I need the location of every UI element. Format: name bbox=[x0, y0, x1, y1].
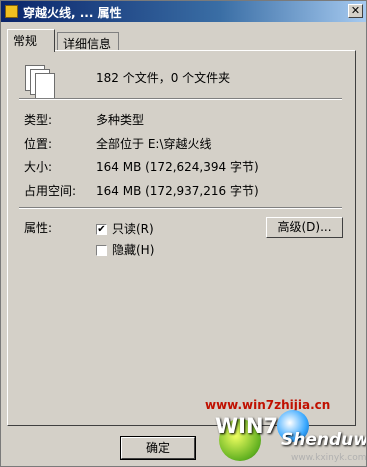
window-title: 穿越火线, ... 属性 bbox=[23, 6, 122, 20]
title-bar[interactable]: 穿越火线, ... 属性 ✕ bbox=[1, 1, 366, 22]
empty-checkbox-icon[interactable] bbox=[96, 245, 107, 256]
watermark-sub-url: www.kxinyk.com bbox=[291, 453, 367, 463]
tab-details[interactable]: 详细信息 bbox=[57, 32, 119, 51]
type-label: 类型: bbox=[24, 113, 53, 127]
size-label: 大小: bbox=[24, 160, 53, 174]
type-value: 多种类型 bbox=[96, 113, 145, 127]
close-button[interactable]: ✕ bbox=[348, 4, 363, 18]
watermark-url: www.win7zhijia.cn bbox=[205, 398, 331, 412]
watermark-win-text: WIN7 bbox=[215, 414, 279, 438]
watermark-site: Shenduwin8.com bbox=[281, 430, 367, 450]
readonly-label: 只读(R) bbox=[112, 222, 154, 236]
hidden-checkbox[interactable]: 隐藏(H) bbox=[96, 241, 154, 258]
divider bbox=[19, 207, 342, 209]
attributes-label: 属性: bbox=[24, 221, 53, 235]
multiple-files-icon bbox=[25, 65, 55, 99]
divider bbox=[19, 98, 342, 100]
hidden-label: 隐藏(H) bbox=[112, 243, 155, 257]
size-on-disk-value: 164 MB (172,937,216 字节) bbox=[96, 184, 259, 198]
properties-window: 穿越火线, ... 属性 ✕ 常规 详细信息 182 个文件，0 个文件夹 类型… bbox=[0, 0, 367, 467]
folder-icon bbox=[5, 5, 18, 18]
ok-button[interactable]: 确定 bbox=[120, 436, 196, 460]
checkmark-icon[interactable]: ✔ bbox=[96, 224, 107, 235]
advanced-button[interactable]: 高级(D)... bbox=[266, 217, 343, 238]
general-panel bbox=[7, 50, 356, 426]
readonly-checkbox[interactable]: ✔ 只读(R) bbox=[96, 220, 154, 237]
size-on-disk-label: 占用空间: bbox=[24, 184, 77, 198]
file-count: 182 个文件，0 个文件夹 bbox=[96, 71, 231, 85]
location-value: 全部位于 E:\穿越火线 bbox=[96, 137, 212, 151]
tab-general[interactable]: 常规 bbox=[7, 29, 55, 52]
location-label: 位置: bbox=[24, 137, 53, 151]
size-value: 164 MB (172,624,394 字节) bbox=[96, 160, 259, 174]
